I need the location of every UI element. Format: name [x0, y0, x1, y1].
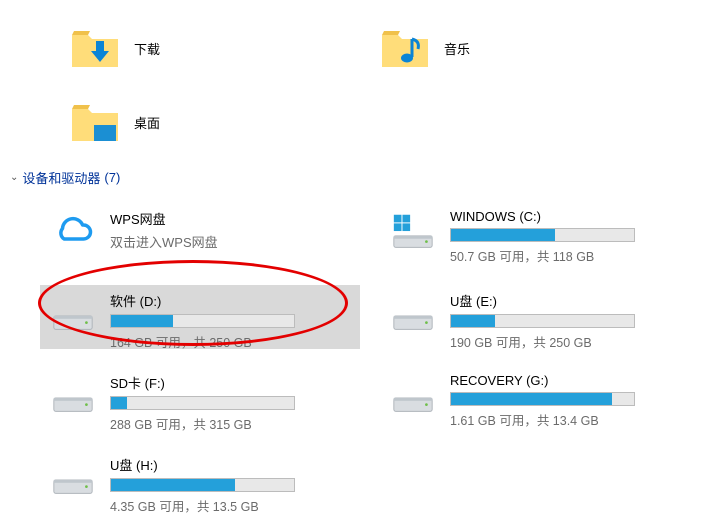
drive-info: SD卡 (F:) 288 GB 可用，共 315 GB: [110, 373, 350, 433]
drive-name: SD卡 (F:): [110, 373, 350, 392]
drive-info: 软件 (D:) 164 GB 可用，共 250 GB: [110, 291, 350, 351]
usage-bar: [450, 314, 635, 328]
hdd-icon: [390, 373, 436, 419]
usage-fill: [111, 479, 235, 491]
usage-bar: [450, 392, 635, 406]
usage-bar: [110, 396, 295, 410]
folder-downloads[interactable]: 下载: [70, 18, 380, 78]
os-drive-icon: [390, 209, 436, 255]
drive-status: 288 GB 可用，共 315 GB: [110, 414, 350, 433]
folder-icon: [380, 27, 430, 69]
drive-name: 软件 (D:): [110, 291, 350, 310]
group-label: 设备和驱动器: [22, 168, 100, 187]
drive-status: 190 GB 可用，共 250 GB: [450, 332, 690, 351]
folder-label: 音乐: [444, 39, 470, 58]
drive-status: 1.61 GB 可用，共 13.4 GB: [450, 410, 690, 429]
drive-windows-c[interactable]: WINDOWS (C:) 50.7 GB 可用，共 118 GB: [380, 203, 700, 267]
drive-subtext: 双击进入WPS网盘: [110, 232, 350, 251]
drive-name: WPS网盘: [110, 209, 350, 228]
drive-wps-cloud[interactable]: WPS网盘 双击进入WPS网盘: [40, 203, 360, 267]
usage-fill: [451, 315, 495, 327]
drive-name: RECOVERY (G:): [450, 373, 690, 388]
folder-icon: [70, 101, 120, 143]
drive-name: WINDOWS (C:): [450, 209, 690, 224]
drive-status: 4.35 GB 可用，共 13.5 GB: [110, 496, 350, 515]
drives-grid: WPS网盘 双击进入WPS网盘 WINDOWS (C:) 50.7 GB 可用，…: [0, 193, 720, 513]
folder-label: 桌面: [134, 113, 160, 132]
drive-recovery-g[interactable]: RECOVERY (G:) 1.61 GB 可用，共 13.4 GB: [380, 367, 700, 431]
drive-udisk-e[interactable]: U盘 (E:) 190 GB 可用，共 250 GB: [380, 285, 700, 349]
usage-fill: [111, 397, 127, 409]
drive-udisk-h[interactable]: U盘 (H:) 4.35 GB 可用，共 13.5 GB: [40, 449, 360, 513]
group-count: (7): [104, 170, 120, 185]
user-folders-section: 下载 音乐 桌面: [0, 0, 720, 162]
usage-bar: [110, 314, 295, 328]
usage-fill: [111, 315, 173, 327]
hdd-icon: [50, 455, 96, 501]
drive-name: U盘 (H:): [110, 455, 350, 474]
folder-label: 下载: [134, 39, 160, 58]
drive-info: WINDOWS (C:) 50.7 GB 可用，共 118 GB: [450, 209, 690, 265]
chevron-down-icon: ⌄: [10, 172, 18, 183]
usage-bar: [450, 228, 635, 242]
drive-info: RECOVERY (G:) 1.61 GB 可用，共 13.4 GB: [450, 373, 690, 429]
folder-icon: [70, 27, 120, 69]
devices-drives-header[interactable]: ⌄ 设备和驱动器 (7): [0, 162, 720, 193]
usage-fill: [451, 229, 555, 241]
hdd-icon: [50, 373, 96, 419]
drive-sdcard-f[interactable]: SD卡 (F:) 288 GB 可用，共 315 GB: [40, 367, 360, 431]
drive-status: 50.7 GB 可用，共 118 GB: [450, 246, 690, 265]
folder-music[interactable]: 音乐: [380, 18, 690, 78]
drive-info: U盘 (H:) 4.35 GB 可用，共 13.5 GB: [110, 455, 350, 515]
hdd-icon: [50, 291, 96, 337]
cloud-icon: [50, 209, 96, 255]
drive-name: U盘 (E:): [450, 291, 690, 310]
drive-info: U盘 (E:) 190 GB 可用，共 250 GB: [450, 291, 690, 351]
hdd-icon: [390, 291, 436, 337]
usage-bar: [110, 478, 295, 492]
usage-fill: [451, 393, 612, 405]
drive-software-d[interactable]: 软件 (D:) 164 GB 可用，共 250 GB: [40, 285, 360, 349]
drive-info: WPS网盘 双击进入WPS网盘: [110, 209, 350, 251]
drive-status: 164 GB 可用，共 250 GB: [110, 332, 350, 351]
folder-desktop[interactable]: 桌面: [70, 92, 380, 152]
